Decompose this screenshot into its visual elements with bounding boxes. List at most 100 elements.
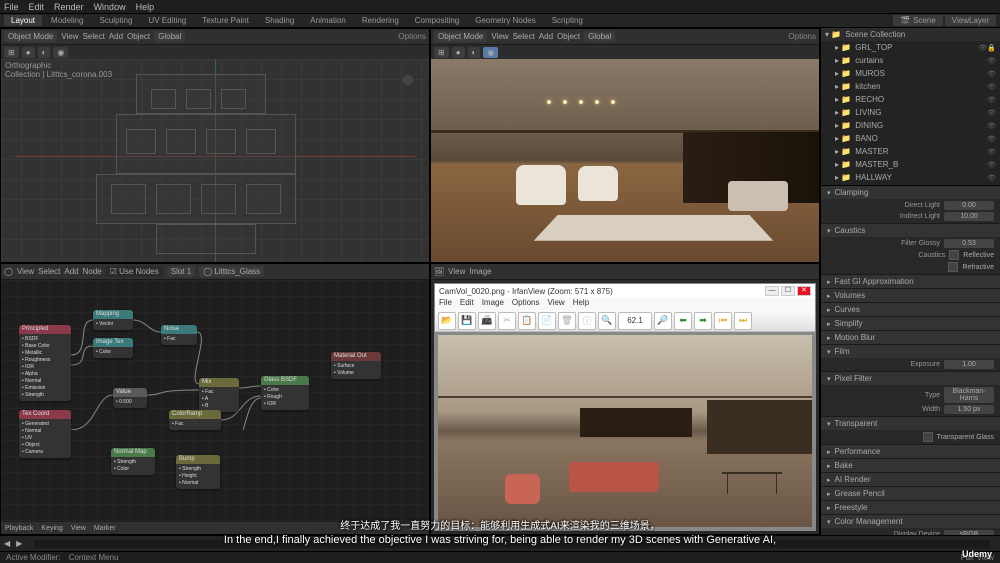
shading-wireframe-icon[interactable]: ⊞	[4, 47, 19, 58]
property-section-header[interactable]: Grease Pencil	[821, 487, 1000, 500]
property-section-header[interactable]: Transparent	[821, 417, 1000, 430]
menu-edit[interactable]: Edit	[29, 2, 45, 12]
property-value[interactable]: 0.00	[944, 201, 994, 210]
rendered-viewport-canvas[interactable]	[431, 59, 819, 262]
open-icon[interactable]: 📂	[438, 312, 456, 330]
ne-menu-select[interactable]: Select	[38, 267, 60, 276]
shading-matpreview-icon[interactable]: ◐	[38, 47, 51, 58]
property-value[interactable]: sRGB	[944, 530, 994, 535]
scan-icon[interactable]: 📠	[478, 312, 496, 330]
mode-dropdown-2[interactable]: Object Mode	[434, 31, 487, 42]
outliner-item[interactable]: ▸ 📁MASTER_B👁	[821, 158, 1000, 171]
minimize-button[interactable]: —	[765, 286, 779, 296]
mode-dropdown[interactable]: Object Mode	[4, 31, 57, 42]
property-section-header[interactable]: Caustics	[821, 224, 1000, 237]
app-menu-edit[interactable]: Edit	[460, 298, 474, 310]
app-menu-view[interactable]: View	[548, 298, 565, 310]
use-nodes-toggle[interactable]: ☑ Use Nodes	[106, 266, 163, 277]
footer-playback[interactable]: Playback	[5, 525, 33, 532]
tab-uv[interactable]: UV Editing	[141, 15, 193, 26]
ne-type-icon[interactable]: ◯	[4, 267, 13, 276]
shader-node[interactable]: Noise• Fac	[161, 325, 197, 345]
shader-node[interactable]: Value• 0.500	[113, 388, 147, 408]
property-section-header[interactable]: Film	[821, 345, 1000, 358]
ne-menu-view[interactable]: View	[17, 267, 34, 276]
menu-help[interactable]: Help	[136, 2, 155, 12]
tab-sculpting[interactable]: Sculpting	[93, 15, 140, 26]
ne-menu-add[interactable]: Add	[64, 267, 78, 276]
cut-icon[interactable]: ✂	[498, 312, 516, 330]
property-value[interactable]: 1.50 px	[944, 405, 994, 414]
node-canvas[interactable]: Principled• BSDF• Base Color• Metallic• …	[1, 280, 429, 522]
ie-menu-image[interactable]: Image	[469, 267, 491, 276]
property-checkbox[interactable]	[949, 250, 959, 260]
shader-node[interactable]: Tex Coord• Generated• Normal• UV• Object…	[19, 410, 71, 458]
ie-type-icon[interactable]: 🖼	[434, 267, 444, 276]
property-section-header[interactable]: Fast GI Approximation	[821, 275, 1000, 288]
tab-geonodes[interactable]: Geometry Nodes	[468, 15, 542, 26]
outliner-item[interactable]: ▸ 📁LIVING👁	[821, 106, 1000, 119]
shader-node[interactable]: Normal Map• Strength• Color	[111, 448, 155, 475]
property-section-header[interactable]: Clamping	[821, 186, 1000, 199]
viewport-canvas[interactable]: Orthographic Collection | Litttcs_corona…	[1, 59, 429, 262]
shading-solid-icon[interactable]: ●	[22, 47, 35, 58]
outliner-item[interactable]: ▸ 📁BANO👁	[821, 132, 1000, 145]
ne-menu-node[interactable]: Node	[83, 267, 102, 276]
footer-keying[interactable]: Keying	[41, 525, 62, 532]
outliner-item[interactable]: ▸ 📁HALLWAY👁	[821, 171, 1000, 184]
app-menu-file[interactable]: File	[439, 298, 452, 310]
zoom-out-icon[interactable]: 🔎	[654, 312, 672, 330]
outliner-item[interactable]: ▸ 📁GRL_TOP👁🔒	[821, 41, 1000, 54]
vp2-menu-add[interactable]: Add	[539, 32, 553, 41]
tab-shading[interactable]: Shading	[258, 15, 301, 26]
property-section-header[interactable]: Freestyle	[821, 501, 1000, 514]
ie-menu-view[interactable]: View	[448, 267, 465, 276]
shader-node[interactable]: Glass BSDF• Color• Rough• IOR	[261, 376, 309, 410]
next-icon[interactable]: ➡	[694, 312, 712, 330]
menu-window[interactable]: Window	[94, 2, 126, 12]
copy-icon[interactable]: 📋	[518, 312, 536, 330]
tab-compositing[interactable]: Compositing	[408, 15, 466, 26]
property-section-header[interactable]: Performance	[821, 445, 1000, 458]
footer-view[interactable]: View	[71, 525, 86, 532]
shader-node[interactable]: Material Out• Surface• Volume	[331, 352, 381, 379]
property-value[interactable]: Blackman-Harris	[944, 387, 994, 403]
save-icon[interactable]: 💾	[458, 312, 476, 330]
outliner-item[interactable]: ▸ 📁RECHO👁	[821, 93, 1000, 106]
property-value[interactable]: 10.00	[944, 212, 994, 221]
property-section-header[interactable]: Volumes	[821, 289, 1000, 302]
property-section-header[interactable]: Curves	[821, 303, 1000, 316]
vp-menu-add[interactable]: Add	[109, 32, 123, 41]
tab-layout[interactable]: Layout	[4, 15, 42, 26]
outliner-item[interactable]: ▸ 📁DINING👁	[821, 119, 1000, 132]
zoom-value[interactable]: 62.1	[618, 312, 652, 330]
tab-animation[interactable]: Animation	[303, 15, 353, 26]
shader-node[interactable]: Mapping• Vector	[93, 310, 133, 330]
material-dropdown[interactable]: ◯ Litttcs_Glass	[199, 266, 264, 277]
orientation-dropdown-2[interactable]: Global	[584, 31, 615, 42]
delete-icon[interactable]: 🗑	[558, 312, 576, 330]
property-section-header[interactable]: Motion Blur	[821, 331, 1000, 344]
outliner-item[interactable]: ▸ 📁kitchen👁	[821, 80, 1000, 93]
property-checkbox[interactable]	[923, 432, 933, 442]
app-menu-options[interactable]: Options	[512, 298, 540, 310]
viewport-options-2[interactable]: Options	[788, 32, 816, 41]
vp-menu-object[interactable]: Object	[127, 32, 150, 41]
property-value[interactable]: 1.00	[944, 360, 994, 369]
shading-rendered-icon-2[interactable]: ◉	[483, 47, 498, 58]
vp2-menu-object[interactable]: Object	[557, 32, 580, 41]
menu-file[interactable]: File	[4, 2, 19, 12]
image-canvas[interactable]	[435, 332, 815, 530]
outliner-item[interactable]: ▸ 📁MUROS👁	[821, 67, 1000, 80]
zoom-in-icon[interactable]: 🔍	[598, 312, 616, 330]
first-icon[interactable]: ⏮	[714, 312, 732, 330]
shading-solid-icon-2[interactable]: ●	[452, 47, 465, 58]
timeline-track[interactable]	[34, 540, 990, 548]
nav-gizmo[interactable]	[393, 65, 423, 95]
slot-dropdown[interactable]: Slot 1	[167, 266, 195, 277]
shader-node[interactable]: Mix• Fac• A• B	[199, 378, 239, 412]
scene-selector[interactable]: 🎬 Scene	[893, 15, 943, 26]
viewlayer-selector[interactable]: ViewLayer	[945, 15, 996, 26]
property-section-header[interactable]: Bake	[821, 459, 1000, 472]
property-value[interactable]: 0.53	[944, 239, 994, 248]
